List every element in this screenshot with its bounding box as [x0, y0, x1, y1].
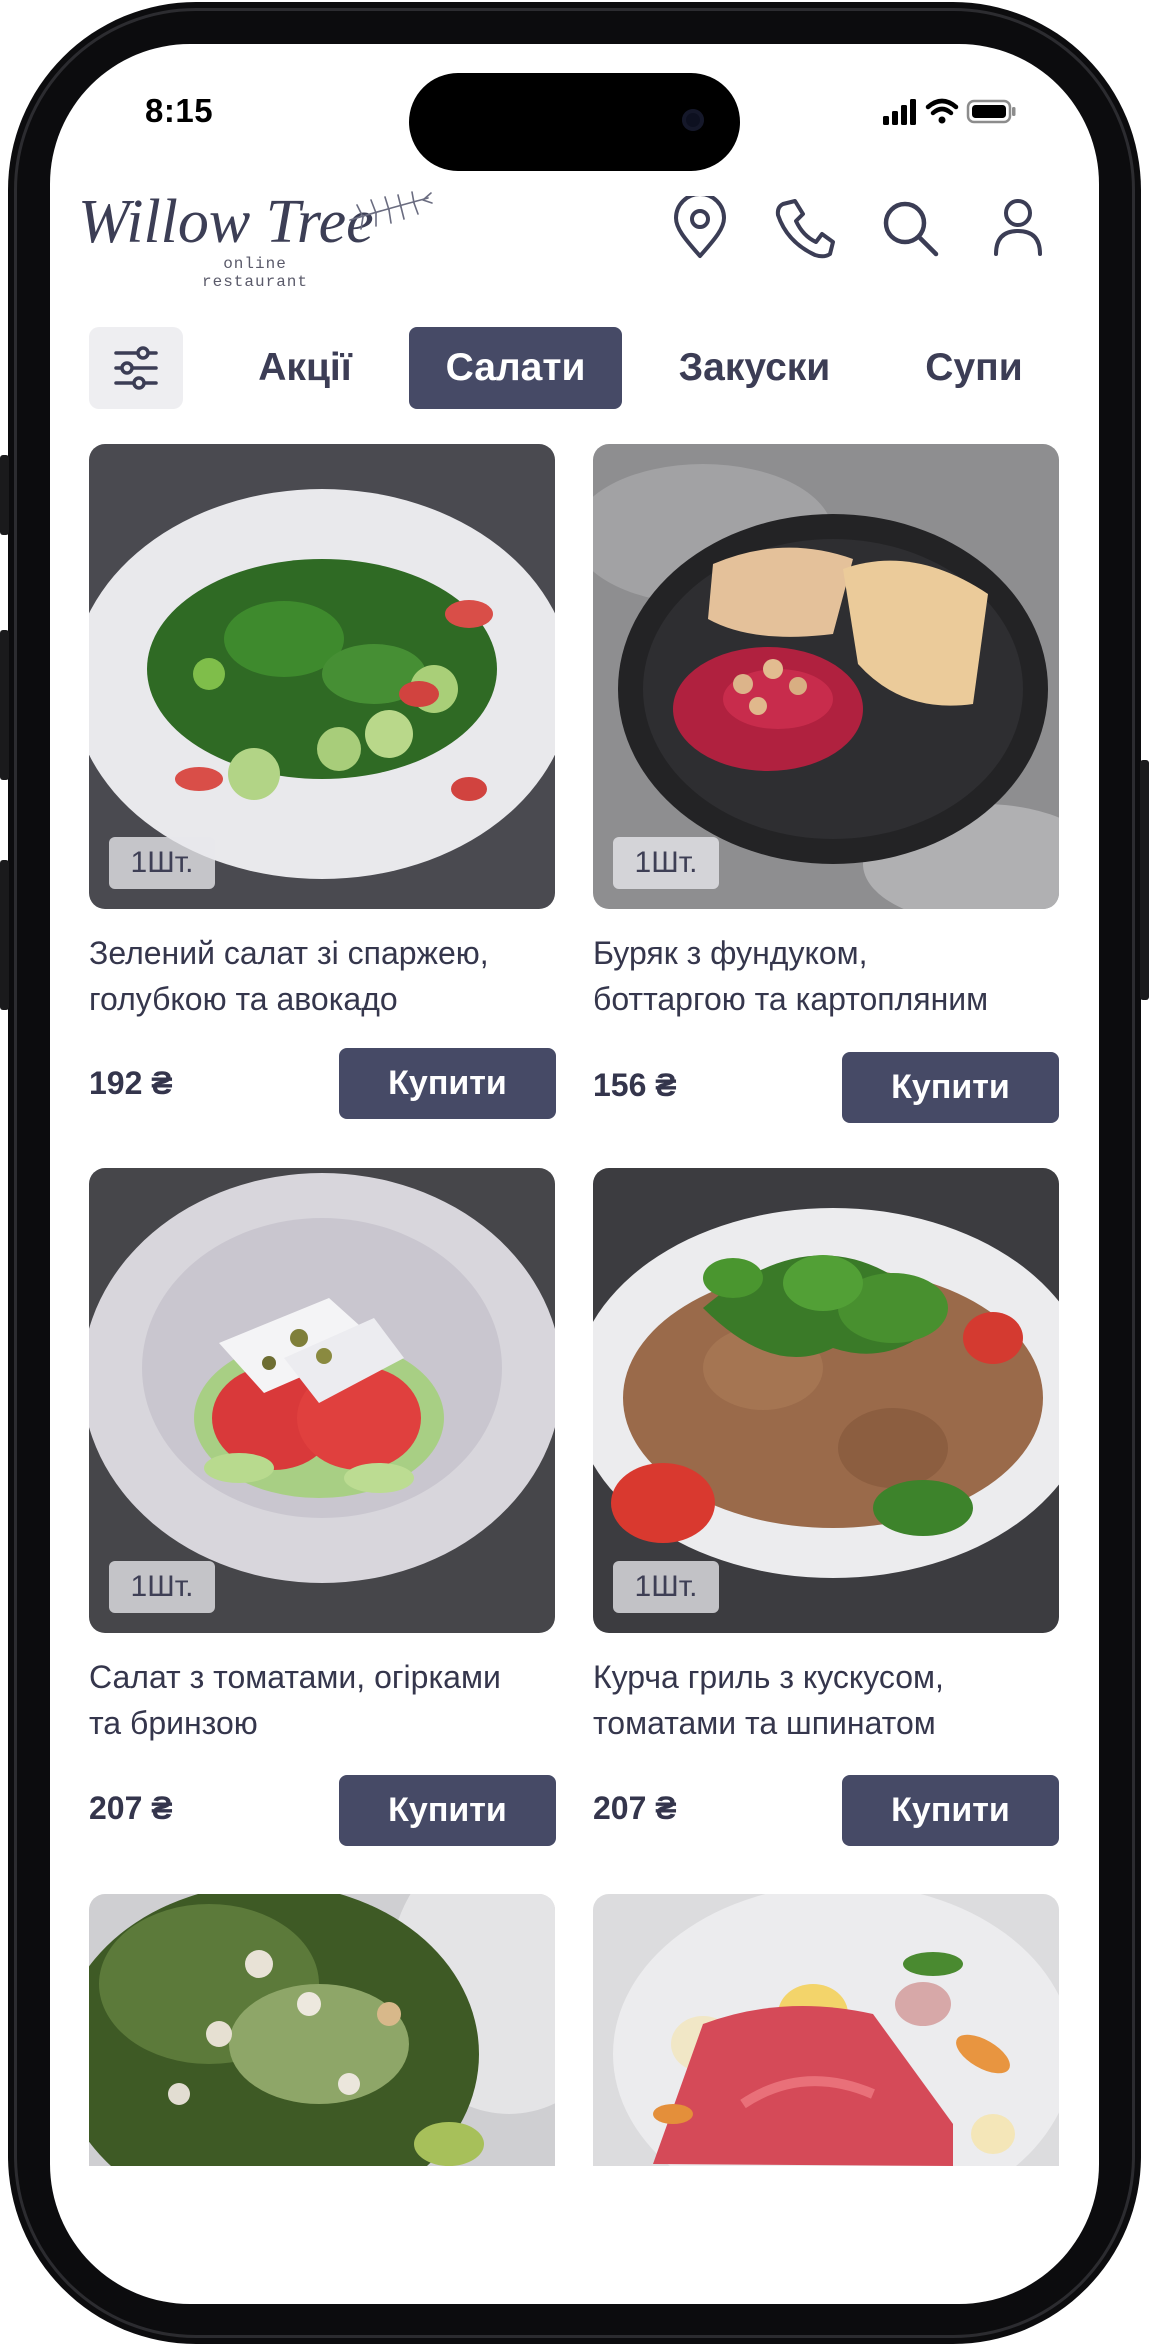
- tab-soups[interactable]: Супи: [910, 327, 1038, 409]
- product-title[interactable]: Салат з томатами, огірками та бринзою: [89, 1654, 569, 1746]
- tab-salads[interactable]: Салати: [409, 327, 622, 409]
- product-price: 156 ₴: [593, 1067, 677, 1103]
- product-price: 192 ₴: [89, 1065, 173, 1101]
- buy-button[interactable]: Купити: [339, 1775, 556, 1846]
- product-image[interactable]: [89, 1894, 555, 2166]
- phone-icon[interactable]: [775, 196, 835, 260]
- search-icon[interactable]: [880, 196, 940, 260]
- buy-button[interactable]: Купити: [842, 1775, 1059, 1846]
- camera-icon: [682, 109, 704, 131]
- power-button: [1140, 760, 1149, 1000]
- product-title[interactable]: Буряк з фундуком, боттаргою та картопляни…: [593, 930, 1073, 1022]
- dynamic-island: [409, 73, 740, 171]
- product-image[interactable]: 1Шт.: [89, 1168, 555, 1633]
- action-button: [0, 455, 9, 535]
- wifi-icon: [925, 98, 959, 124]
- quantity-badge: 1Шт.: [109, 1561, 215, 1613]
- tab-appetizers[interactable]: Закуски: [662, 327, 847, 409]
- status-icons: [883, 98, 1016, 125]
- quantity-badge: 1Шт.: [613, 837, 719, 889]
- buy-button[interactable]: Купити: [339, 1048, 556, 1119]
- volume-up-button: [0, 630, 9, 780]
- volume-down-button: [0, 860, 9, 1010]
- product-image[interactable]: 1Шт.: [593, 444, 1059, 909]
- product-image[interactable]: [593, 1894, 1059, 2166]
- quantity-badge: 1Шт.: [613, 1561, 719, 1613]
- user-icon[interactable]: [988, 196, 1048, 260]
- signal-icon: [883, 99, 916, 125]
- svg-text:Willow Tree: Willow Tree: [78, 188, 374, 256]
- buy-button[interactable]: Купити: [842, 1052, 1059, 1123]
- tab-promotions[interactable]: Акції: [235, 327, 375, 409]
- product-price: 207 ₴: [89, 1790, 173, 1826]
- quantity-badge: 1Шт.: [109, 837, 215, 889]
- product-image[interactable]: 1Шт.: [89, 444, 555, 909]
- filter-button[interactable]: [89, 327, 183, 409]
- battery-icon: [966, 99, 1016, 124]
- filter-sliders-icon: [114, 346, 158, 390]
- brand-tagline: online restaurant: [201, 255, 308, 291]
- location-pin-icon[interactable]: [670, 192, 730, 260]
- product-title[interactable]: Курча гриль з кускусом, томатами та шпина…: [593, 1654, 1073, 1746]
- product-price: 207 ₴: [593, 1790, 677, 1826]
- product-image[interactable]: 1Шт.: [593, 1168, 1059, 1633]
- status-time: 8:15: [145, 92, 214, 129]
- product-title[interactable]: Зелений салат зі спаржею, голубкою та аво…: [89, 930, 569, 1022]
